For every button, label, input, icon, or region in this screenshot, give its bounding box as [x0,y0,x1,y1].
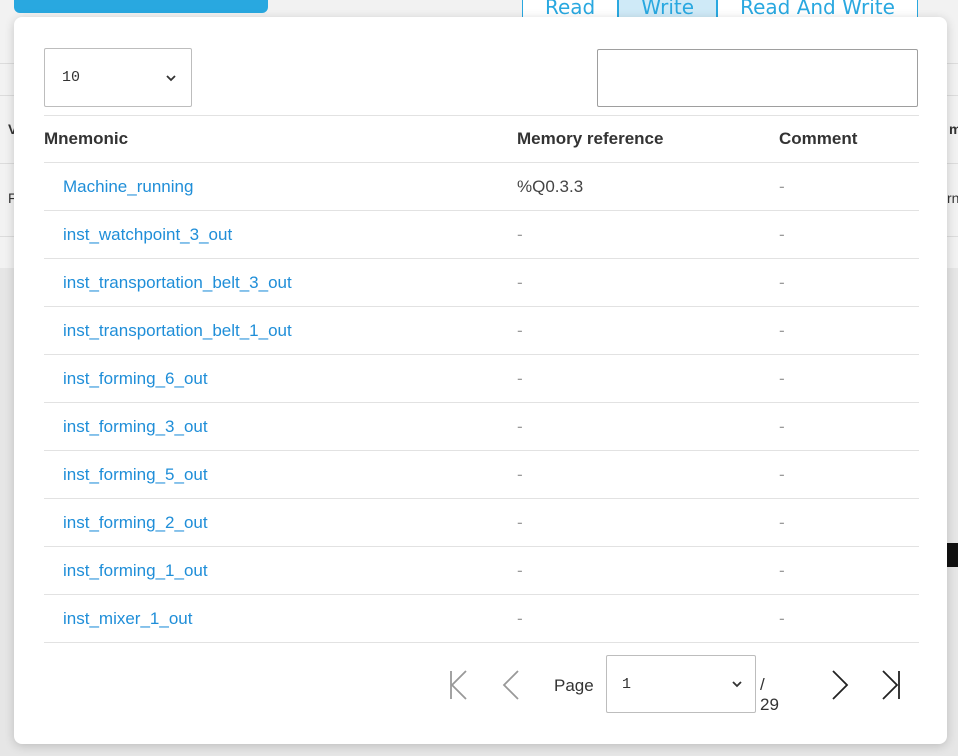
page-number-select[interactable]: 1 [606,655,756,713]
table-row[interactable]: inst_mixer_1_out - - [44,594,919,643]
background-tab-bar: Read Write Read And Write [522,0,918,18]
comment-cell: - [769,306,919,355]
table-header-row: Mnemonic Memory reference Comment [44,115,919,163]
mnemonic-cell[interactable]: inst_forming_5_out [44,450,514,499]
table-row[interactable]: inst_watchpoint_3_out - - [44,210,919,259]
table-row[interactable]: inst_forming_5_out - - [44,450,919,499]
comment-cell: - [769,402,919,451]
mnemonic-cell[interactable]: inst_watchpoint_3_out [44,210,514,259]
comment-cell: - [769,210,919,259]
table-row[interactable]: inst_forming_2_out - - [44,498,919,547]
table-row[interactable]: inst_transportation_belt_3_out - - [44,258,919,307]
first-page-icon[interactable] [446,669,470,701]
table-body: Machine_running %Q0.3.3- inst_watchpoint_3… [44,162,919,643]
table-row[interactable]: inst_forming_6_out - - [44,354,919,403]
total-pages-label: / 29 [760,675,779,714]
chevron-down-icon [732,681,742,688]
memory-reference-cell: - [514,402,769,451]
mnemonic-cell[interactable]: inst_transportation_belt_1_out [44,306,514,355]
memory-reference-cell: - [514,354,769,403]
table-row[interactable]: inst_forming_3_out - - [44,402,919,451]
mnemonic-cell[interactable]: inst_transportation_belt_3_out [44,258,514,307]
memory-reference-cell: - [514,450,769,499]
search-input[interactable] [597,49,918,107]
background-top-button [14,0,268,13]
comment-cell: - [769,450,919,499]
comment-cell: - [769,354,919,403]
page-size-select[interactable]: 10 [44,48,192,107]
table-row[interactable]: inst_transportation_belt_1_out - - [44,306,919,355]
last-page-icon[interactable] [880,669,904,701]
mnemonic-cell[interactable]: inst_forming_6_out [44,354,514,403]
page-label: Page [554,676,594,695]
column-header-comment[interactable]: Comment [769,115,919,163]
memory-reference-cell: %Q0.3.3 [514,162,769,211]
comment-cell: - [769,546,919,595]
background-right-header-fragment: m [949,121,958,137]
memory-reference-cell: - [514,258,769,307]
comment-cell: - [769,498,919,547]
memory-reference-cell: - [514,546,769,595]
memory-reference-cell: - [514,210,769,259]
memory-reference-cell: - [514,498,769,547]
next-page-icon[interactable] [828,669,852,701]
current-page-value: 1 [622,675,632,693]
background-dark-chip [946,543,958,567]
memory-reference-cell: - [514,306,769,355]
mnemonic-cell[interactable]: Machine_running [44,162,514,211]
tab-read-and-write: Read And Write [717,0,918,18]
tab-read: Read [522,0,619,18]
memory-reference-cell: - [514,594,769,643]
chevron-down-icon [166,74,176,81]
column-header-mnemonic[interactable]: Mnemonic [44,115,514,163]
mnemonic-cell[interactable]: inst_forming_1_out [44,546,514,595]
comment-cell: - [769,594,919,643]
mnemonic-cell[interactable]: inst_forming_2_out [44,498,514,547]
previous-page-icon[interactable] [500,669,524,701]
tab-write: Write [618,0,718,18]
symbol-picker-modal: 10 Mnemonic Memory reference Comment Mac… [14,17,947,744]
comment-cell: - [769,162,919,211]
background-right-cell-fragment: rn [947,190,958,206]
column-header-memory-reference[interactable]: Memory reference [514,115,769,163]
table-row[interactable]: Machine_running %Q0.3.3- [44,162,919,211]
symbols-table: Mnemonic Memory reference Comment Machin… [44,115,919,643]
table-row[interactable]: inst_forming_1_out - - [44,546,919,595]
mnemonic-cell[interactable]: inst_forming_3_out [44,402,514,451]
comment-cell: - [769,258,919,307]
page-size-value: 10 [62,69,81,86]
mnemonic-cell[interactable]: inst_mixer_1_out [44,594,514,643]
